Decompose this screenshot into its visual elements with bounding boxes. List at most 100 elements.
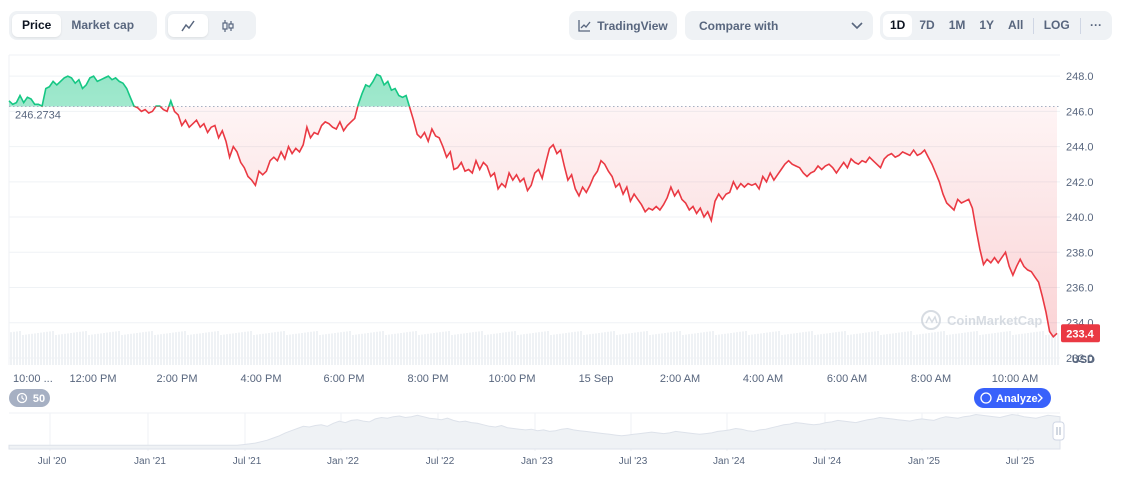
volume-bar	[994, 333, 996, 365]
volume-bar	[649, 335, 651, 365]
volume-bar	[283, 331, 285, 365]
volume-bar	[988, 333, 990, 365]
volume-bar	[136, 333, 138, 365]
volume-bar	[652, 334, 654, 365]
volume-bar	[796, 333, 798, 365]
x-tick-label: 2:00 PM	[157, 373, 198, 385]
history-badge-label: 50	[33, 393, 45, 405]
volume-bar	[502, 332, 504, 365]
volume-bar	[724, 333, 726, 365]
volume-bar	[79, 331, 81, 365]
volume-bar	[10, 332, 12, 365]
x-axis-labels: 10:00 ... 12:00 PM 2:00 PM 4:00 PM 6:00 PM 8:…	[13, 373, 1038, 385]
volume-bar	[448, 331, 450, 365]
volume-bar	[946, 335, 948, 365]
volume-bar	[139, 332, 141, 365]
volume-bar	[94, 334, 96, 365]
volume-bar	[259, 334, 261, 365]
volume-bar	[526, 333, 528, 365]
volume-bar	[877, 331, 879, 365]
y-tick-label: 248.0	[1066, 71, 1094, 83]
volume-bar	[214, 331, 216, 365]
volume-bar	[1021, 333, 1023, 365]
volume-bar	[403, 332, 405, 365]
volume-bar	[943, 331, 945, 365]
volume-bar	[106, 332, 108, 365]
volume-bar	[193, 334, 195, 365]
volume-bar	[250, 331, 252, 365]
volume-bar	[736, 332, 738, 365]
volume-bar	[178, 331, 180, 365]
volume-bar	[385, 335, 387, 365]
volume-bar	[187, 335, 189, 365]
volume-bar	[601, 332, 603, 365]
volume-bar	[211, 331, 213, 365]
volume-bar	[331, 333, 333, 365]
volume-bar	[163, 333, 165, 365]
volume-bar	[91, 334, 93, 365]
y-tick-label: 242.0	[1066, 177, 1094, 189]
volume-bar	[556, 334, 558, 365]
volume-bar	[316, 331, 318, 365]
volume-bar	[643, 331, 645, 365]
volume-bar	[865, 332, 867, 365]
volume-bar	[478, 331, 480, 365]
volume-bar	[562, 333, 564, 365]
volume-bar	[352, 335, 354, 365]
volume-bar	[274, 332, 276, 365]
volume-bar	[655, 334, 657, 365]
volume-bar	[748, 335, 750, 365]
volume-bar	[898, 332, 900, 365]
volume-bar	[613, 331, 615, 365]
volume-bar	[268, 333, 270, 365]
volume-bar	[361, 333, 363, 365]
volume-bar	[247, 331, 249, 365]
volume-bar	[682, 335, 684, 365]
coinmarketcap-logo-mark	[925, 315, 938, 324]
volume-bar	[298, 333, 300, 365]
navigator-x-labels: Jul '20 Jan '21 Jul '21 Jan '22 Jul '22 Jan '…	[38, 456, 1035, 467]
volume-bar	[19, 331, 21, 365]
navigator-handle[interactable]	[1052, 421, 1065, 441]
volume-bar	[1012, 335, 1014, 365]
volume-bar	[367, 333, 369, 365]
volume-bar	[505, 332, 507, 365]
volume-bar	[589, 334, 591, 365]
volume-bar	[916, 334, 918, 365]
currency-label: USD	[1072, 354, 1095, 366]
volume-bar	[967, 332, 969, 365]
volume-bar	[1039, 331, 1041, 365]
x-tick-label: 15 Sep	[579, 373, 614, 385]
baseline-price-label: 246.2734	[15, 110, 61, 122]
volume-bar	[616, 335, 618, 365]
volume-bar	[439, 332, 441, 365]
volume-bar	[460, 333, 462, 365]
volume-bar	[1042, 331, 1044, 365]
volume-bar	[118, 331, 120, 365]
volume-bar	[709, 331, 711, 365]
analyze-button[interactable]: Analyze	[974, 388, 1051, 408]
volume-bar	[289, 334, 291, 365]
volume-bar	[739, 331, 741, 365]
x-tick-label: 12:00 PM	[69, 373, 116, 385]
volume-bar	[337, 332, 339, 365]
volume-bar	[670, 332, 672, 365]
volume-bar	[784, 334, 786, 365]
volume-bar	[592, 333, 594, 365]
history-badge[interactable]: 50	[9, 389, 50, 407]
volume-bars	[10, 331, 1059, 365]
price-chart[interactable]: 232.0234.0236.0238.0240.0242.0244.0246.0…	[0, 0, 1133, 481]
volume-bar	[757, 333, 759, 365]
volume-bar	[37, 333, 39, 365]
volume-bar	[295, 333, 297, 365]
volume-bar	[1006, 331, 1008, 365]
volume-bar	[397, 333, 399, 365]
analyze-label: Analyze	[996, 393, 1038, 405]
volume-bar	[499, 333, 501, 365]
volume-bar	[907, 331, 909, 365]
volume-bar	[550, 335, 552, 365]
volume-bar	[43, 332, 45, 365]
volume-bar	[793, 333, 795, 365]
current-price-label: 233.4	[1066, 328, 1094, 340]
volume-bar	[745, 331, 747, 365]
